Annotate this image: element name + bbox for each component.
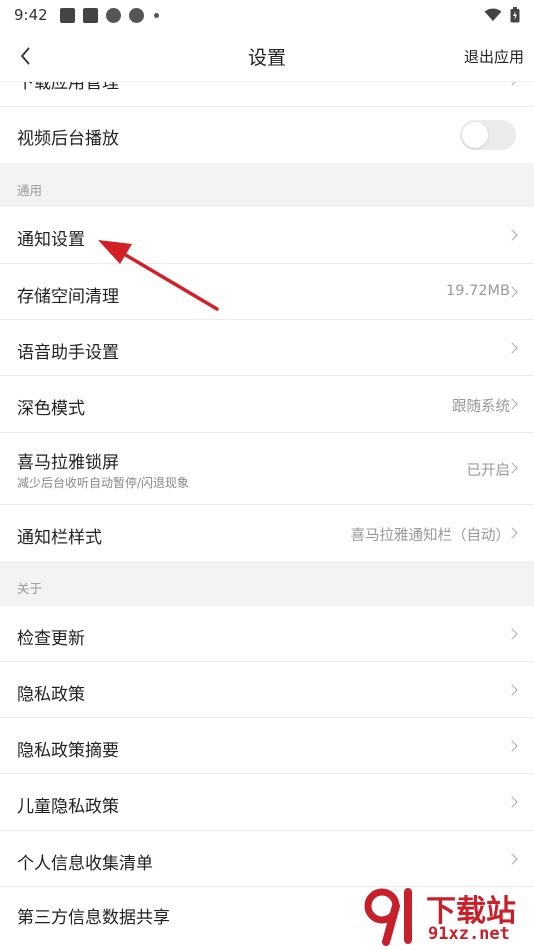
- watermark-url: 91xz.net: [428, 924, 510, 944]
- lock-screen-value: 已开启: [466, 463, 511, 479]
- more-notifications-icon: [153, 12, 159, 18]
- settings-item-storage-clean[interactable]: 存储空间清理 19.72MB: [0, 264, 534, 320]
- settings-item-notification-style[interactable]: 通知栏样式 喜马拉雅通知栏（自动）: [0, 505, 534, 561]
- notification-style-value: 喜马拉雅通知栏（自动）: [350, 528, 511, 544]
- toggle-knob: [462, 122, 488, 148]
- section-general-label: 通用: [17, 183, 43, 198]
- watermark-logo-icon: [364, 888, 412, 946]
- video-background-label: 视频后台播放: [17, 129, 119, 149]
- chevron-right-icon: [506, 82, 518, 86]
- settings-item-subtitle: 减少后台收听自动暂停/闪退现象: [17, 476, 190, 490]
- page-title: 设置: [247, 47, 286, 69]
- about-item-label: 检查更新: [17, 629, 85, 649]
- about-item-label: 个人信息收集清单: [17, 854, 153, 874]
- video-background-toggle[interactable]: [460, 120, 516, 150]
- storage-size-value: 19.72MB: [446, 283, 510, 299]
- chevron-right-icon: [506, 796, 518, 808]
- watermark: 下载站 91xz.net: [356, 880, 534, 950]
- settings-item-label: 喜马拉雅锁屏: [17, 453, 119, 473]
- notification-icon: [59, 7, 75, 23]
- aperture-icon-2: [128, 7, 144, 23]
- chevron-right-icon: [506, 229, 518, 241]
- settings-item-label: 深色模式: [17, 399, 85, 419]
- about-item-privacy-summary[interactable]: 隐私政策摘要: [0, 718, 534, 774]
- settings-item-notification[interactable]: 通知设置: [0, 207, 534, 264]
- exit-app-button[interactable]: 退出应用: [464, 46, 524, 67]
- about-item-label: 儿童隐私政策: [17, 797, 119, 817]
- chevron-right-icon: [506, 853, 518, 865]
- video-background-row: 视频后台播放: [0, 107, 534, 163]
- battery-icon: [510, 7, 520, 23]
- settings-item-lock-screen[interactable]: 喜马拉雅锁屏 减少后台收听自动暂停/闪退现象 已开启: [0, 433, 534, 505]
- settings-item-dark-mode[interactable]: 深色模式 跟随系统: [0, 376, 534, 433]
- app-notification-icon: [82, 7, 98, 23]
- about-item-personal-info-list[interactable]: 个人信息收集清单: [0, 831, 534, 887]
- about-item-label: 第三方信息数据共享: [17, 908, 170, 928]
- chevron-right-icon: [506, 628, 518, 640]
- dark-mode-value: 跟随系统: [452, 399, 510, 415]
- about-item-label: 隐私政策: [17, 685, 85, 705]
- settings-item-label: 通知设置: [17, 230, 85, 250]
- section-about-label: 关于: [17, 581, 43, 596]
- about-item-children-privacy[interactable]: 儿童隐私政策: [0, 774, 534, 831]
- settings-item-label: 语音助手设置: [17, 343, 119, 363]
- settings-item-label: 通知栏样式: [17, 528, 102, 548]
- chevron-right-icon: [506, 342, 518, 354]
- settings-item-label: 存储空间清理: [17, 287, 119, 307]
- partial-row-download-manager[interactable]: 下载应用管理: [0, 82, 534, 107]
- about-item-privacy-policy[interactable]: 隐私政策: [0, 662, 534, 718]
- section-general: 通用: [0, 163, 534, 207]
- about-item-check-update[interactable]: 检查更新: [0, 606, 534, 662]
- about-item-label: 隐私政策摘要: [17, 741, 119, 761]
- aperture-icon: [105, 7, 121, 23]
- chevron-right-icon: [506, 740, 518, 752]
- status-time: 9:42: [14, 6, 48, 24]
- settings-item-voice-assistant[interactable]: 语音助手设置: [0, 320, 534, 376]
- partial-row-label: 下载应用管理: [17, 82, 119, 93]
- chevron-right-icon: [506, 684, 518, 696]
- nav-bar: 设置 退出应用: [0, 30, 534, 82]
- section-about: 关于: [0, 561, 534, 606]
- wifi-icon: [484, 8, 502, 21]
- status-bar: 9:42: [0, 0, 534, 30]
